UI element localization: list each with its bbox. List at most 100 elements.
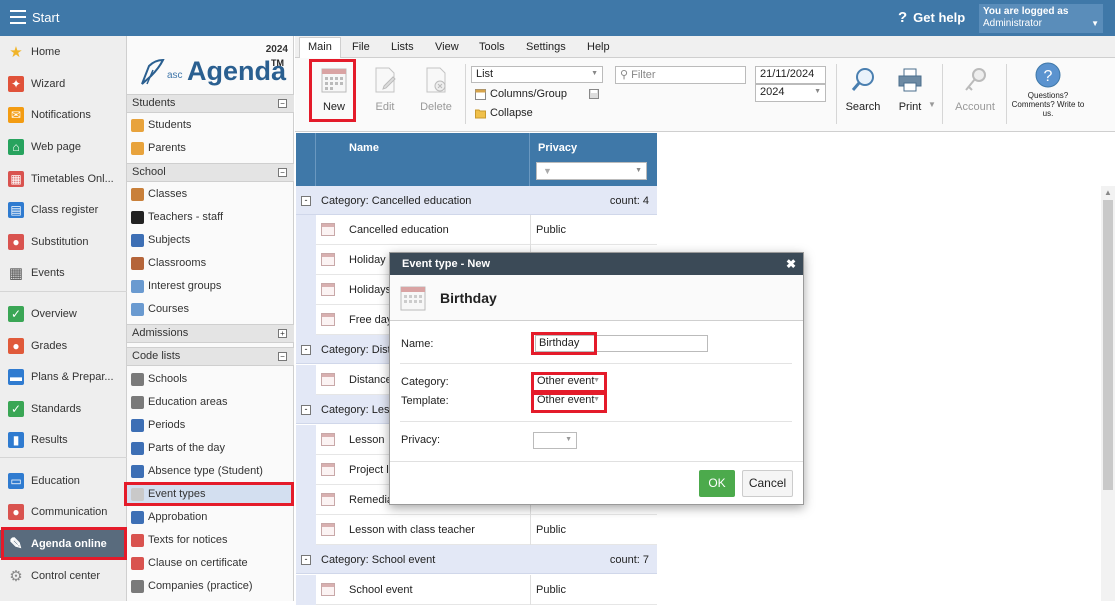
columns-group-button[interactable]: Columns/Group [475, 88, 567, 100]
save-icon[interactable] [589, 89, 599, 99]
start-link[interactable]: Start [32, 10, 59, 25]
panel-item-texts-for-notices[interactable]: Texts for notices [127, 529, 294, 551]
logo-year: 2024 [265, 44, 288, 55]
view-select[interactable]: List ▼ [471, 66, 603, 83]
delete-icon [426, 67, 446, 93]
scroll-up-icon[interactable]: ▲ [1104, 188, 1112, 197]
collapse-icon[interactable]: - [301, 196, 311, 206]
highlight-event-types [124, 482, 294, 506]
nav-item-class-register[interactable]: ▤ Class register [0, 196, 127, 224]
calendar-icon [321, 313, 335, 326]
section-admissions[interactable]: Admissions + [127, 324, 294, 343]
nav-item-wizard[interactable]: ✦ Wizard [0, 70, 127, 98]
panel-item-periods[interactable]: Periods [127, 414, 294, 436]
panel-item-schools[interactable]: Schools [127, 368, 294, 390]
nav-item-communication[interactable]: ● Communication [0, 498, 127, 526]
nav-item-events[interactable]: ▦ Events [0, 259, 127, 287]
nav-item-web-page[interactable]: ⌂ Web page [0, 133, 127, 161]
panel-item-clause-on-certificate[interactable]: Clause on certificate [127, 552, 294, 574]
privacy-filter[interactable]: ▼ ▼ [536, 162, 647, 180]
user-menu[interactable]: You are logged as Administrator ▼ [979, 4, 1103, 33]
get-help-button[interactable]: ? Get help [898, 9, 965, 26]
bar-chart-icon: ▮ [8, 432, 24, 448]
nav-item-home[interactable]: ★ Home [0, 38, 127, 66]
panel-item-students[interactable]: Students [127, 114, 294, 136]
column-header-privacy[interactable]: Privacy [538, 142, 577, 154]
panel-item-teachers-staff[interactable]: Teachers - staff [127, 206, 294, 228]
tab-view[interactable]: View [435, 41, 459, 53]
section-students[interactable]: Students − [127, 94, 294, 113]
ok-button[interactable]: OK [699, 470, 735, 497]
collapse-icon[interactable]: − [278, 352, 287, 361]
nav-item-overview[interactable]: ✓ Overview [0, 300, 127, 328]
category-label: Category: School event [321, 554, 436, 566]
privacy-select[interactable]: ▼ [533, 432, 577, 449]
print-dropdown-icon[interactable]: ▼ [928, 100, 936, 109]
tab-settings[interactable]: Settings [526, 41, 566, 53]
panel-item-absence-type-student[interactable]: Absence type (Student) [127, 460, 294, 482]
nav-item-standards[interactable]: ✓ Standards [0, 395, 127, 423]
section-school[interactable]: School − [127, 163, 294, 182]
row-gutter [296, 275, 316, 305]
tab-lists[interactable]: Lists [391, 41, 414, 53]
date-input[interactable]: 21/11/2024 [755, 66, 826, 84]
panel-item-subjects[interactable]: Subjects [127, 229, 294, 251]
nav-item-plans-prepar[interactable]: ▬ Plans & Prepar... [0, 363, 127, 391]
nav-item-education[interactable]: ▭ Education [0, 467, 127, 495]
section-code-lists[interactable]: Code lists − [127, 347, 294, 366]
cancel-button[interactable]: Cancel [742, 470, 793, 497]
tab-tools[interactable]: Tools [479, 41, 505, 53]
nav-item-control-center[interactable]: ⚙ Control center [0, 562, 127, 590]
nav-item-timetables-onl[interactable]: ▦ Timetables Onl... [0, 165, 127, 193]
ribbon-separator [465, 64, 466, 124]
category-row[interactable]: - Category: Cancelled education count: 4 [296, 186, 657, 215]
calendar-icon [321, 583, 335, 596]
panel-item-courses[interactable]: Courses [127, 298, 294, 320]
name-label: Name: [401, 338, 434, 350]
dialog-title-bar: Event type - New ✖ [390, 253, 803, 275]
column-header-name[interactable]: Name [349, 142, 379, 154]
hamburger-menu-icon[interactable] [10, 10, 26, 24]
panel-item-parts-of-the-day[interactable]: Parts of the day [127, 437, 294, 459]
collapse-icon[interactable]: − [278, 99, 287, 108]
nav-item-substitution[interactable]: ● Substitution [0, 228, 127, 256]
tab-help[interactable]: Help [587, 41, 610, 53]
collapse-icon[interactable]: - [301, 345, 311, 355]
scroll-thumb[interactable] [1103, 200, 1113, 490]
close-icon[interactable]: ✖ [786, 257, 796, 271]
edit-button[interactable]: Edit [369, 58, 401, 130]
education-icon: ▭ [8, 473, 24, 489]
panel-item-education-areas[interactable]: Education areas [127, 391, 294, 413]
account-button[interactable]: Account [952, 58, 998, 130]
chevron-down-icon: ▼ [814, 88, 821, 95]
logo-tm: TM [271, 58, 284, 68]
collapse-icon[interactable]: - [301, 405, 311, 415]
panel-item-interest-groups[interactable]: Interest groups [127, 275, 294, 297]
collapse-icon[interactable]: - [301, 555, 311, 565]
panel-item-classes[interactable]: Classes [127, 183, 294, 205]
table-row[interactable]: Lesson with class teacher Public [296, 515, 657, 545]
year-select[interactable]: 2024 ▼ [755, 84, 826, 102]
collapse-button[interactable]: Collapse [475, 107, 533, 119]
table-row[interactable]: Cancelled education Public [296, 215, 657, 245]
category-row[interactable]: - Category: School event count: 7 [296, 545, 657, 574]
expand-icon[interactable]: + [278, 329, 287, 338]
delete-button[interactable]: Delete [417, 58, 455, 130]
print-button[interactable]: Print [895, 58, 925, 130]
tab-main[interactable]: Main [299, 37, 341, 58]
vertical-scrollbar[interactable]: ▲ [1101, 186, 1115, 601]
search-button[interactable]: Search [842, 58, 884, 130]
panel-item-approbation[interactable]: Approbation [127, 506, 294, 528]
tab-file[interactable]: File [352, 41, 370, 53]
nav-item-results[interactable]: ▮ Results [0, 426, 127, 454]
nav-item-notifications[interactable]: ✉ Notifications [0, 101, 127, 129]
panel-item-parents[interactable]: Parents [127, 137, 294, 159]
panel-item-classrooms[interactable]: Classrooms [127, 252, 294, 274]
panel-item-companies-practice[interactable]: Companies (practice) [127, 575, 294, 597]
feedback-button[interactable]: ? Questions? Comments? Write to us. [1010, 62, 1086, 118]
nav-item-label: Class register [31, 204, 99, 216]
collapse-icon[interactable]: − [278, 168, 287, 177]
filter-input[interactable]: ⚲ Filter [615, 66, 746, 84]
nav-item-grades[interactable]: ● Grades [0, 332, 127, 360]
folder-icon [475, 109, 486, 118]
